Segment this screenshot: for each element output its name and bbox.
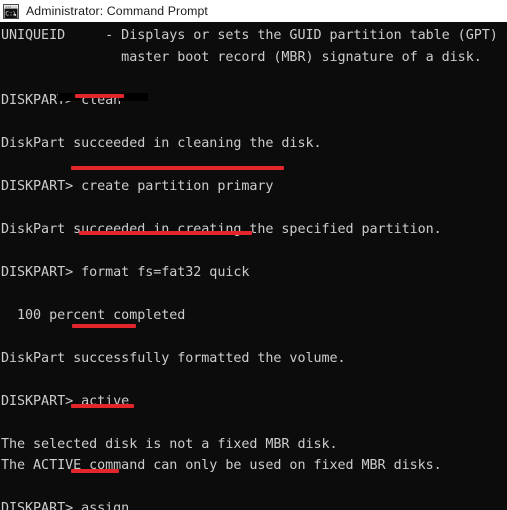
console-line-command-create-partition: DISKPART> create partition primary [1,178,274,194]
window-title: Administrator: Command Prompt [26,4,208,18]
console-line-command-format: DISKPART> format fs=fat32 quick [1,264,250,280]
svg-text:C:\: C:\ [5,9,17,17]
console-text-buffer: UNIQUEID - Displays or sets the GUID par… [0,22,507,510]
command-prompt-window: C:\ Administrator: Command Prompt UNIQUE… [0,0,507,510]
console-line: DiskPart succeeded in cleaning the disk. [1,135,322,151]
console-line-progress: 100 percent completed [1,307,186,323]
console-line-error: The ACTIVE command can only be used on f… [1,458,442,473]
console-line-command-active: DISKPART> active [1,393,130,409]
console-line: UNIQUEID - Displays or sets the GUID par… [1,28,507,43]
console-line: master boot record (MBR) signature of a … [1,49,482,65]
console-line: DiskPart succeeded in creating the speci… [1,221,442,237]
window-titlebar[interactable]: C:\ Administrator: Command Prompt [0,0,507,22]
console-line-error: The selected disk is not a fixed MBR dis… [1,436,338,452]
console-line: DiskPart successfully formatted the volu… [1,350,346,366]
console-line-command-assign: DISKPART> assign [1,501,130,510]
command-prompt-icon: C:\ [3,3,19,19]
console-output-area[interactable]: UNIQUEID - Displays or sets the GUID par… [0,22,507,510]
console-line-command-clean: DISKPART> clean [1,92,122,108]
